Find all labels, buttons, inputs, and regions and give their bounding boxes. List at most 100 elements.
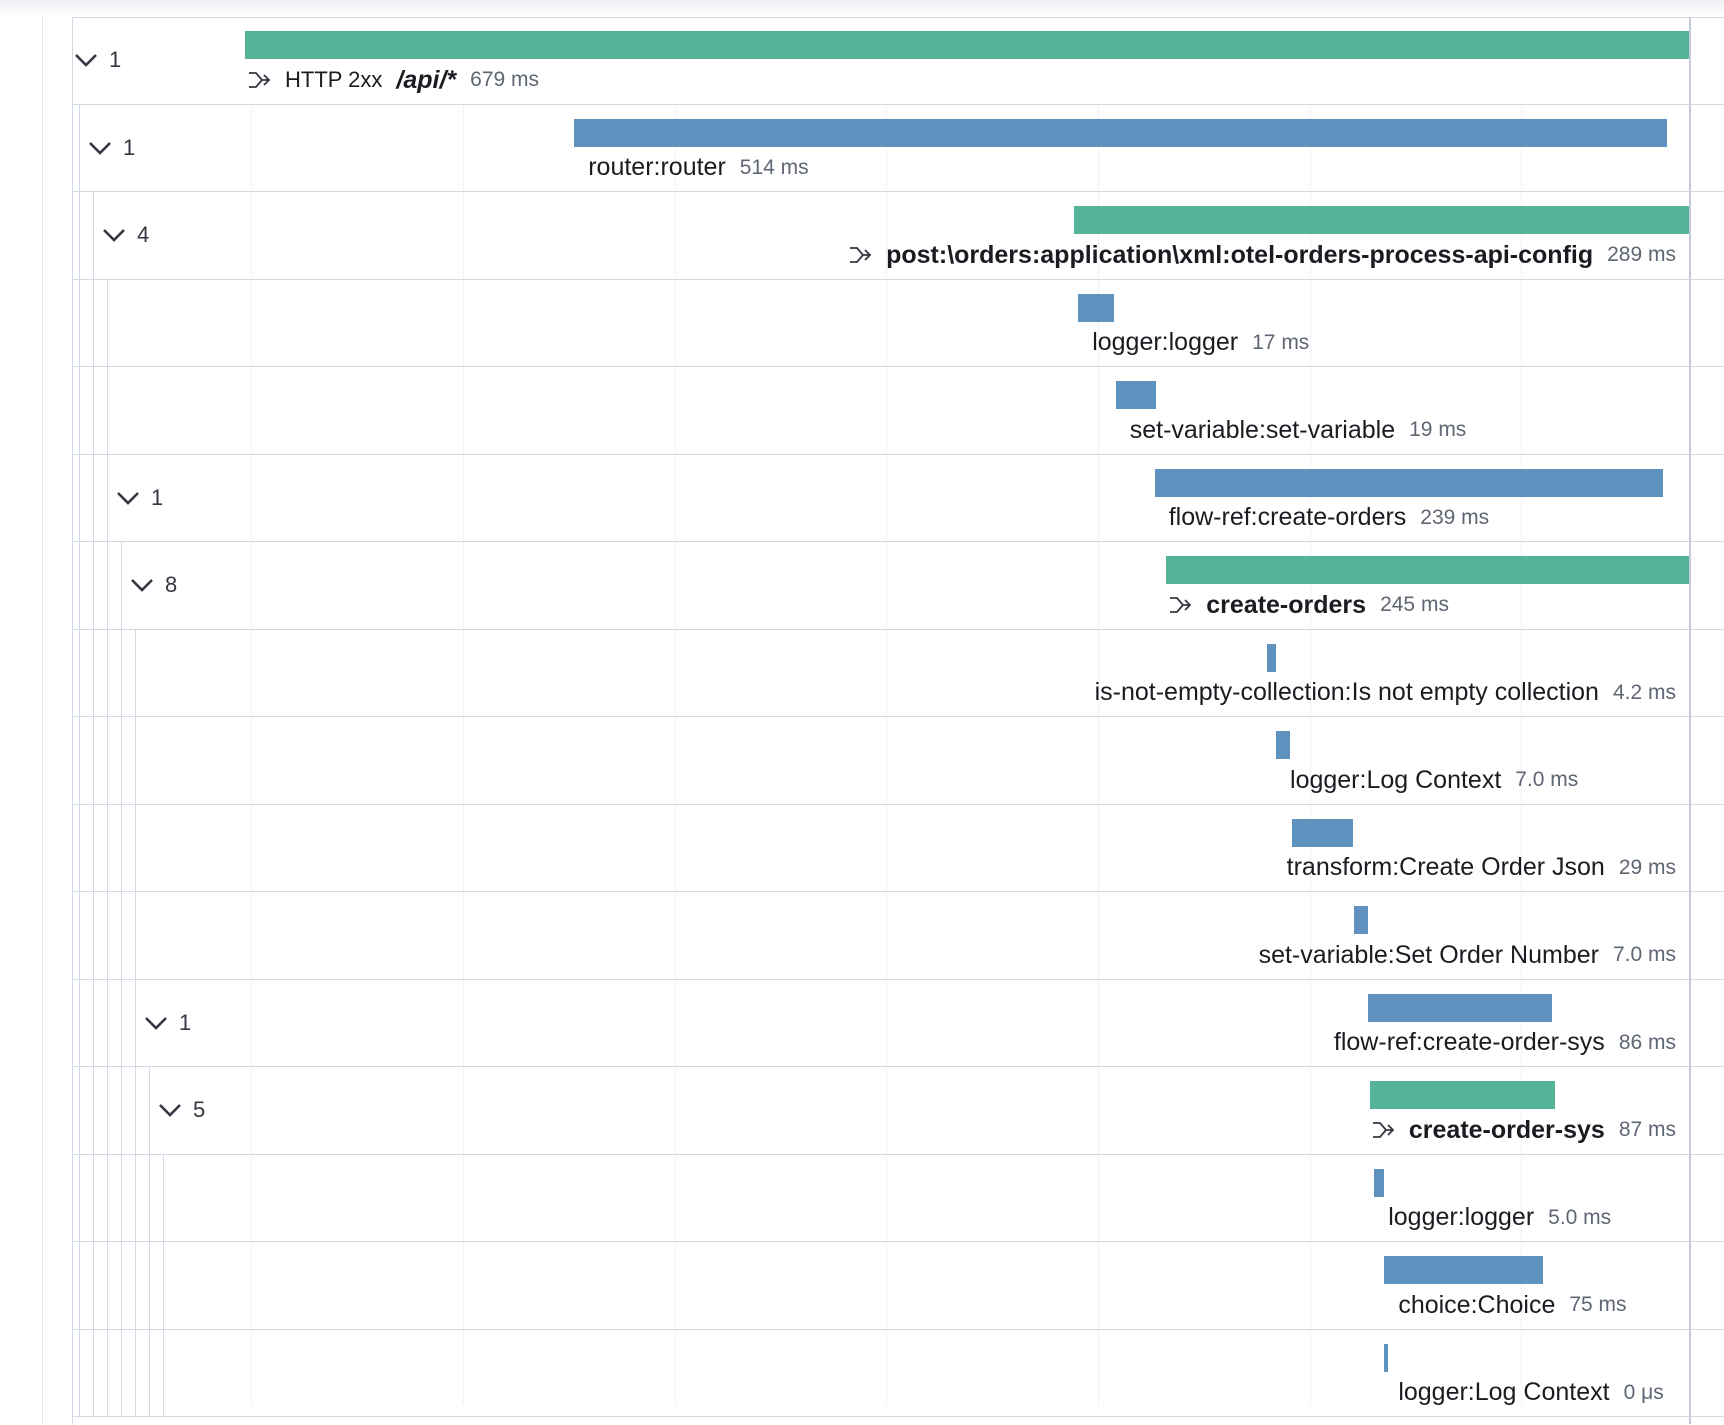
- span-name: is-not-empty-collection:Is not empty col…: [1094, 678, 1599, 706]
- waterfall-row[interactable]: 8 create-orders 245 ms: [72, 542, 1724, 630]
- expand-toggle[interactable]: 1: [87, 133, 135, 163]
- tree-indent-line: [93, 717, 94, 804]
- span-bar[interactable]: [1115, 381, 1157, 409]
- tree-indent-line: [79, 192, 80, 279]
- transaction-bar[interactable]: [245, 31, 1689, 59]
- span-label[interactable]: is-not-empty-collection:Is not empty col…: [1095, 676, 1676, 710]
- tree-indent-line: [79, 279, 80, 367]
- waterfall-row[interactable]: logger:Log Context 0 μs: [72, 1329, 1724, 1417]
- span-label[interactable]: choice:Choice 75 ms: [1398, 1288, 1626, 1322]
- merge-icon: [1372, 1122, 1395, 1138]
- tree-indent-line: [121, 1154, 122, 1242]
- span-name: logger:Log Context: [1398, 1378, 1610, 1406]
- tree-indent-line: [107, 892, 108, 979]
- span-label[interactable]: logger:Log Context 7.0 ms: [1290, 763, 1578, 797]
- waterfall-row[interactable]: 1 HTTP 2xx/api/* 679 ms: [72, 17, 1724, 105]
- span-bar[interactable]: [1267, 643, 1276, 672]
- tree-indent-line: [149, 1067, 150, 1154]
- expand-toggle[interactable]: 4: [101, 220, 149, 250]
- child-count: 1: [123, 134, 136, 160]
- span-name: flow-ref:create-orders: [1168, 503, 1407, 531]
- merge-icon: [1170, 597, 1192, 613]
- span-label[interactable]: flow-ref:create-orders 239 ms: [1169, 501, 1489, 535]
- transaction-bar[interactable]: [1073, 206, 1689, 234]
- tree-indent-line: [93, 1067, 94, 1154]
- tree-indent-line: [121, 1329, 122, 1417]
- span-label[interactable]: logger:logger 17 ms: [1092, 326, 1309, 360]
- transaction-bar[interactable]: [1166, 556, 1689, 584]
- span-label[interactable]: flow-ref:create-order-sys 86 ms: [1334, 1026, 1676, 1060]
- span-bar[interactable]: [1353, 906, 1369, 934]
- waterfall-row[interactable]: transform:Create Order Json 29 ms: [72, 804, 1724, 892]
- transaction-label[interactable]: post:\orders:application\xml:otel-orders…: [848, 238, 1676, 272]
- duration-label: 7.0 ms: [1612, 943, 1676, 966]
- span-name: logger:logger: [1388, 1203, 1535, 1231]
- waterfall-row[interactable]: 1 flow-ref:create-orders 239 ms: [72, 454, 1724, 542]
- tree-indent-line: [93, 1154, 94, 1242]
- tree-indent-line: [93, 629, 94, 717]
- tree-indent-line: [135, 1154, 136, 1242]
- transaction-bar[interactable]: [1369, 1081, 1555, 1109]
- waterfall-row[interactable]: choice:Choice 75 ms: [72, 1242, 1724, 1330]
- expand-toggle[interactable]: 1: [73, 45, 121, 75]
- duration-label: 75 ms: [1569, 1293, 1627, 1316]
- span-label[interactable]: transform:Create Order Json 29 ms: [1287, 851, 1676, 885]
- trace-waterfall: 1 HTTP 2xx/api/* 679 ms 1 router:router 514 m…: [0, 0, 1724, 1425]
- tree-indent-line: [107, 804, 108, 892]
- tree-indent-line: [121, 892, 122, 979]
- duration-label: 19 ms: [1409, 418, 1467, 441]
- waterfall-row[interactable]: 1 router:router 514 ms: [72, 104, 1724, 192]
- waterfall-row[interactable]: 4 post:\orders:application\xml:otel-order…: [72, 192, 1724, 280]
- tree-indent-line: [107, 717, 108, 804]
- span-bar[interactable]: [1154, 468, 1663, 497]
- child-count: 1: [109, 47, 122, 72]
- span-label[interactable]: set-variable:Set Order Number 7.0 ms: [1259, 938, 1676, 972]
- tree-indent-line: [79, 717, 80, 804]
- waterfall-row[interactable]: set-variable:Set Order Number 7.0 ms: [72, 892, 1724, 980]
- transaction-label[interactable]: create-orders 245 ms: [1168, 588, 1449, 622]
- span-label[interactable]: logger:logger 5.0 ms: [1388, 1201, 1611, 1235]
- tree-indent-line: [107, 279, 108, 367]
- span-label[interactable]: router:router 514 ms: [588, 151, 808, 185]
- tree-indent-line: [107, 979, 108, 1067]
- expand-toggle[interactable]: 8: [129, 570, 177, 600]
- waterfall-row[interactable]: is-not-empty-collection:Is not empty col…: [72, 629, 1724, 717]
- span-bar[interactable]: [1276, 731, 1291, 759]
- span-bar[interactable]: [1078, 293, 1115, 322]
- tree-indent-line: [135, 1329, 136, 1417]
- expand-toggle[interactable]: 1: [143, 1008, 191, 1038]
- expand-toggle[interactable]: 5: [157, 1095, 205, 1125]
- tree-indent-line: [135, 892, 136, 979]
- span-bar[interactable]: [1368, 993, 1552, 1022]
- waterfall-row[interactable]: 1 flow-ref:create-order-sys 86 ms: [72, 979, 1724, 1067]
- waterfall-row[interactable]: set-variable:set-variable 19 ms: [72, 367, 1724, 455]
- tree-indent-line: [149, 1242, 150, 1329]
- span-bar[interactable]: [574, 118, 1668, 147]
- child-count: 5: [193, 1097, 206, 1122]
- expand-toggle[interactable]: 1: [115, 483, 163, 513]
- span-bar[interactable]: [1374, 1168, 1385, 1197]
- waterfall-row[interactable]: logger:logger 5.0 ms: [72, 1154, 1724, 1242]
- span-bar[interactable]: [1384, 1256, 1544, 1284]
- panel-top-edge: [0, 0, 1724, 16]
- waterfall-row[interactable]: logger:Log Context 7.0 ms: [72, 717, 1724, 805]
- tree-indent-line: [93, 804, 94, 892]
- waterfall-row[interactable]: 5 create-order-sys 87 ms: [72, 1067, 1724, 1155]
- span-name: logger:logger: [1092, 328, 1239, 356]
- waterfall-row[interactable]: logger:logger 17 ms: [72, 279, 1724, 367]
- span-label[interactable]: logger:Log Context 0 μs: [1398, 1376, 1663, 1410]
- span-label[interactable]: set-variable:set-variable 19 ms: [1130, 413, 1467, 447]
- span-bar[interactable]: [1384, 1343, 1389, 1372]
- duration-label: 86 ms: [1618, 1030, 1676, 1054]
- tree-indent-line: [107, 1242, 108, 1329]
- tree-indent-line: [107, 542, 108, 629]
- span-bar[interactable]: [1291, 818, 1353, 847]
- transaction-label[interactable]: create-order-sys 87 ms: [1371, 1113, 1676, 1147]
- tree-indent-line: [79, 629, 80, 717]
- transaction-label[interactable]: HTTP 2xx/api/* 679 ms: [247, 63, 539, 97]
- tree-indent-line: [79, 892, 80, 979]
- duration-label: 289 ms: [1607, 243, 1676, 266]
- tree-indent-line: [93, 367, 94, 454]
- tree-indent-line: [163, 1154, 164, 1242]
- chevron-down-icon: [145, 1016, 167, 1030]
